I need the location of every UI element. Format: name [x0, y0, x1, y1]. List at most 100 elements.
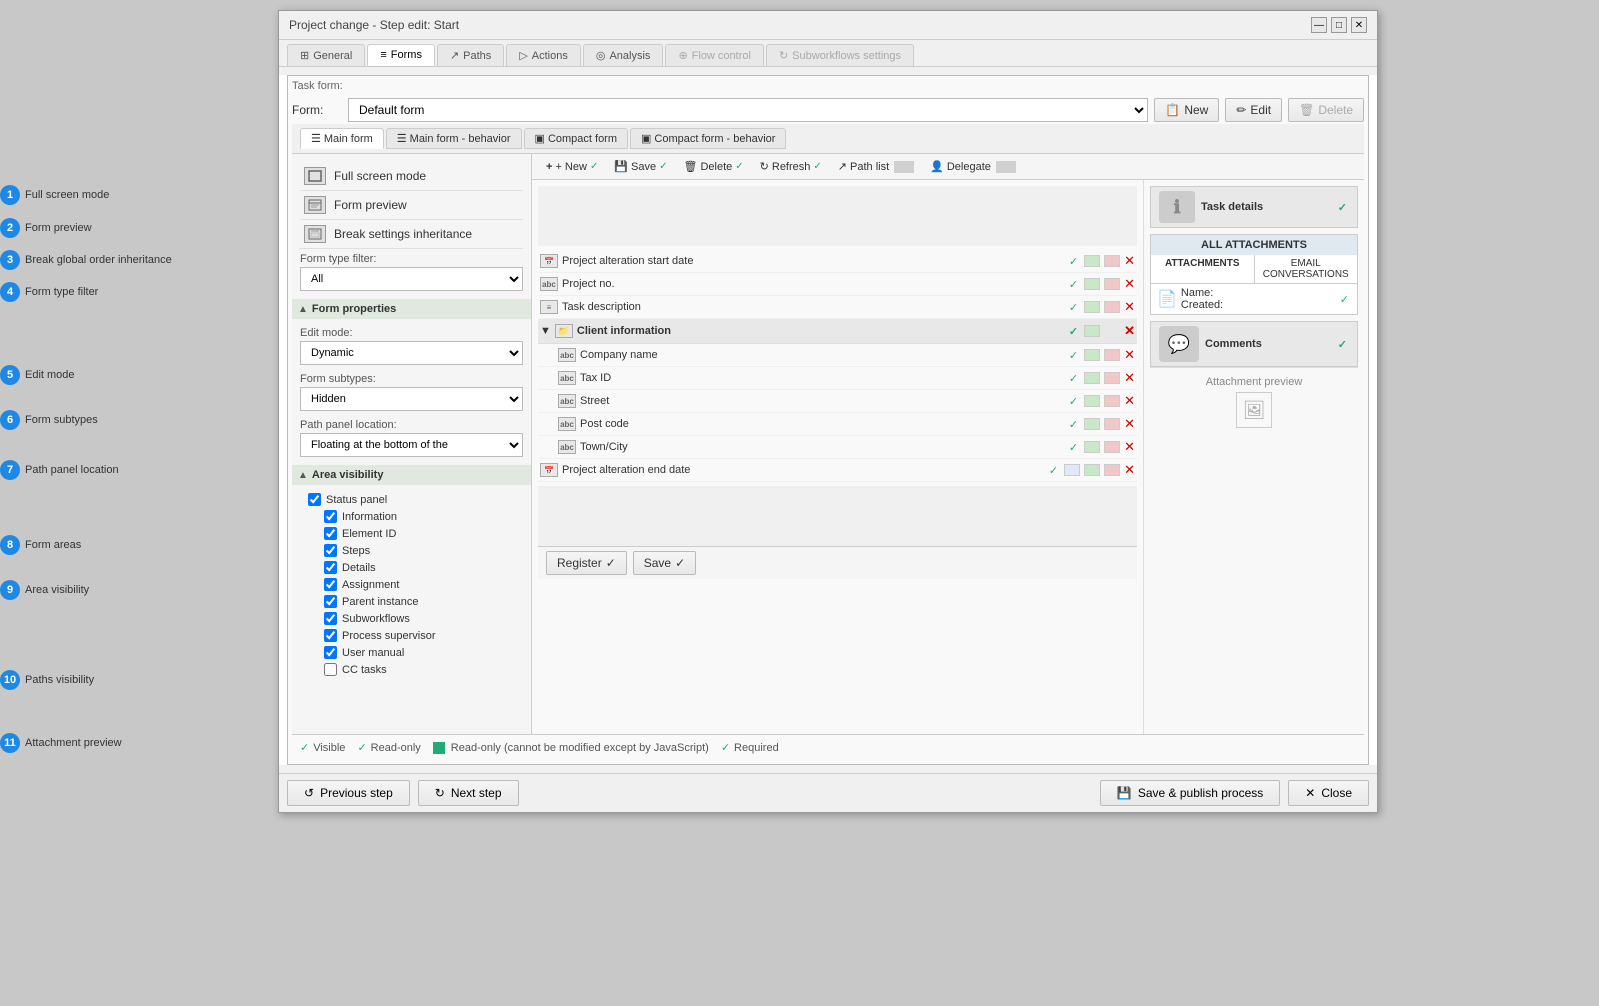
- register-button[interactable]: Register ✓: [546, 551, 627, 575]
- color-red-7: [1104, 418, 1120, 430]
- annotation-badge-5: 5: [0, 365, 20, 385]
- break-settings-item[interactable]: Break settings inheritance: [300, 220, 523, 249]
- color-red-5: [1104, 372, 1120, 384]
- path-panel-select[interactable]: Floating at the bottom of the: [300, 433, 523, 457]
- attachments-tab[interactable]: ATTACHMENTS: [1151, 255, 1255, 283]
- toolbar-delegate-button[interactable]: 👤 Delegate: [924, 158, 1022, 175]
- color-green-2: [1084, 301, 1100, 313]
- delegate-icon: 👤: [930, 160, 944, 173]
- color-red-1: [1104, 278, 1120, 290]
- annotation-6: 6 Form subtypes: [0, 410, 98, 430]
- edit-form-icon: ✏: [1236, 103, 1246, 117]
- form-preview-item[interactable]: Form preview: [300, 191, 523, 220]
- att-check: ✓: [1340, 293, 1349, 306]
- annotation-badge-1: 1: [0, 185, 20, 205]
- sub-tab-main-form[interactable]: ☰ Main form: [300, 128, 384, 149]
- save-icon: 💾: [614, 160, 628, 173]
- restore-button[interactable]: □: [1331, 17, 1347, 33]
- color-green-7: [1084, 418, 1100, 430]
- path-panel-group: Path panel location: Floating at the bot…: [300, 415, 523, 461]
- form-row: Form: Default form 📋 New ✏ Edit 🗑 Delete: [292, 96, 1364, 124]
- new-form-button[interactable]: 📋 New: [1154, 98, 1219, 122]
- field-row-start-date: 📅 Project alteration start date ✓ ✕: [538, 250, 1137, 273]
- area-visibility-header[interactable]: ▲ Area visibility: [292, 465, 531, 485]
- path-list-toggle: [894, 161, 914, 173]
- area-check-elementid[interactable]: [324, 527, 337, 540]
- toolbar-save-button[interactable]: 💾 Save ✓: [608, 158, 673, 175]
- annotation-badge-8: 8: [0, 535, 20, 555]
- area-check-usermanual[interactable]: [324, 646, 337, 659]
- field-row-end-date: 📅 Project alteration end date ✓ ✕: [538, 459, 1137, 482]
- pdf-icon: 📄: [1157, 289, 1177, 309]
- sub-tab-compact-form[interactable]: ▣ Compact form: [524, 128, 628, 149]
- area-check-status[interactable]: [308, 493, 321, 506]
- preview-icon: 🖼: [1236, 392, 1272, 428]
- minimize-button[interactable]: —: [1311, 17, 1327, 33]
- form-subtypes-select[interactable]: Hidden: [300, 387, 523, 411]
- bottom-action-bar: Register ✓ Save ✓: [538, 546, 1137, 579]
- close-title-button[interactable]: ✕: [1351, 17, 1367, 33]
- tab-actions[interactable]: ▷ Actions: [506, 44, 581, 66]
- full-screen-mode-item[interactable]: Full screen mode: [300, 162, 523, 191]
- save-publish-button[interactable]: 💾 Save & publish process: [1100, 780, 1280, 806]
- task-details-icon: ℹ: [1159, 191, 1195, 223]
- sub-tab-main-behavior[interactable]: ☰ Main form - behavior: [386, 128, 522, 149]
- annotation-10: 10 Paths visibility: [0, 670, 94, 690]
- previous-step-button[interactable]: ↺ Previous step: [287, 780, 410, 806]
- delete-field-8[interactable]: ✕: [1124, 439, 1135, 455]
- delete-field-1[interactable]: ✕: [1124, 276, 1135, 292]
- visible-check-7: ✓: [1069, 418, 1078, 431]
- sub-tab-compact-behavior[interactable]: ▣ Compact form - behavior: [630, 128, 786, 149]
- delete-field-6[interactable]: ✕: [1124, 393, 1135, 409]
- form-properties-header[interactable]: ▲ Form properties: [292, 299, 531, 319]
- area-check-details[interactable]: [324, 561, 337, 574]
- area-check-subworkflows[interactable]: [324, 612, 337, 625]
- close-button[interactable]: ✕ Close: [1288, 780, 1369, 806]
- path-list-icon: ↗: [838, 160, 847, 173]
- edit-mode-select[interactable]: Dynamic: [300, 341, 523, 365]
- attachment-preview-area: Attachment preview 🖼: [1150, 367, 1358, 440]
- delete-field-9[interactable]: ✕: [1124, 462, 1135, 478]
- area-check-cctasks[interactable]: [324, 663, 337, 676]
- field-row-task-desc: ≡ Task description ✓ ✕: [538, 296, 1137, 319]
- toolbar-refresh-button[interactable]: ↻ Refresh ✓: [754, 158, 828, 175]
- toolbar-new-button[interactable]: + + New ✓: [540, 159, 604, 175]
- area-check-supervisor[interactable]: [324, 629, 337, 642]
- save-bottom-button[interactable]: Save ✓: [633, 551, 696, 575]
- tab-analysis[interactable]: ◎ Analysis: [583, 44, 664, 66]
- edit-form-button[interactable]: ✏ Edit: [1225, 98, 1282, 122]
- area-check-info[interactable]: [324, 510, 337, 523]
- main-behavior-icon: ☰: [397, 132, 407, 145]
- attachments-header: ALL ATTACHMENTS: [1151, 235, 1357, 255]
- delete-form-button[interactable]: 🗑 Delete: [1288, 98, 1364, 122]
- form-type-filter-select[interactable]: All: [300, 267, 523, 291]
- annotation-badge-4: 4: [0, 282, 20, 302]
- previous-step-icon: ↺: [304, 786, 314, 800]
- area-item-assignment: Assignment: [308, 576, 515, 593]
- area-item-elementid: Element ID: [308, 525, 515, 542]
- comments-header: 💬 Comments ✓: [1151, 322, 1357, 366]
- toolbar-path-list-button[interactable]: ↗ Path list: [832, 158, 920, 175]
- annotation-8: 8 Form areas: [0, 535, 81, 555]
- tab-general[interactable]: ⊞ General: [287, 44, 365, 66]
- area-check-assignment[interactable]: [324, 578, 337, 591]
- delete-field-4[interactable]: ✕: [1124, 347, 1135, 363]
- save-publish-icon: 💾: [1117, 786, 1132, 800]
- delete-field-2[interactable]: ✕: [1124, 299, 1135, 315]
- email-conversations-tab[interactable]: EMAIL CONVERSATIONS: [1255, 255, 1358, 283]
- toolbar-delete-button[interactable]: 🗑 Delete ✓: [678, 158, 750, 175]
- tab-forms[interactable]: ≡ Forms: [367, 44, 435, 66]
- area-item-supervisor: Process supervisor: [308, 627, 515, 644]
- delete-field-7[interactable]: ✕: [1124, 416, 1135, 432]
- general-icon: ⊞: [300, 49, 309, 62]
- visible-check-4: ✓: [1069, 349, 1078, 362]
- form-select[interactable]: Default form: [348, 98, 1148, 122]
- delete-group-3[interactable]: ✕: [1124, 323, 1135, 339]
- area-check-steps[interactable]: [324, 544, 337, 557]
- delete-field-5[interactable]: ✕: [1124, 370, 1135, 386]
- tab-paths[interactable]: ↗ Paths: [437, 44, 504, 66]
- next-step-button[interactable]: ↻ Next step: [418, 780, 519, 806]
- area-check-parent[interactable]: [324, 595, 337, 608]
- delete-field-0[interactable]: ✕: [1124, 253, 1135, 269]
- main-window: Project change - Step edit: Start — □ ✕ …: [278, 10, 1378, 813]
